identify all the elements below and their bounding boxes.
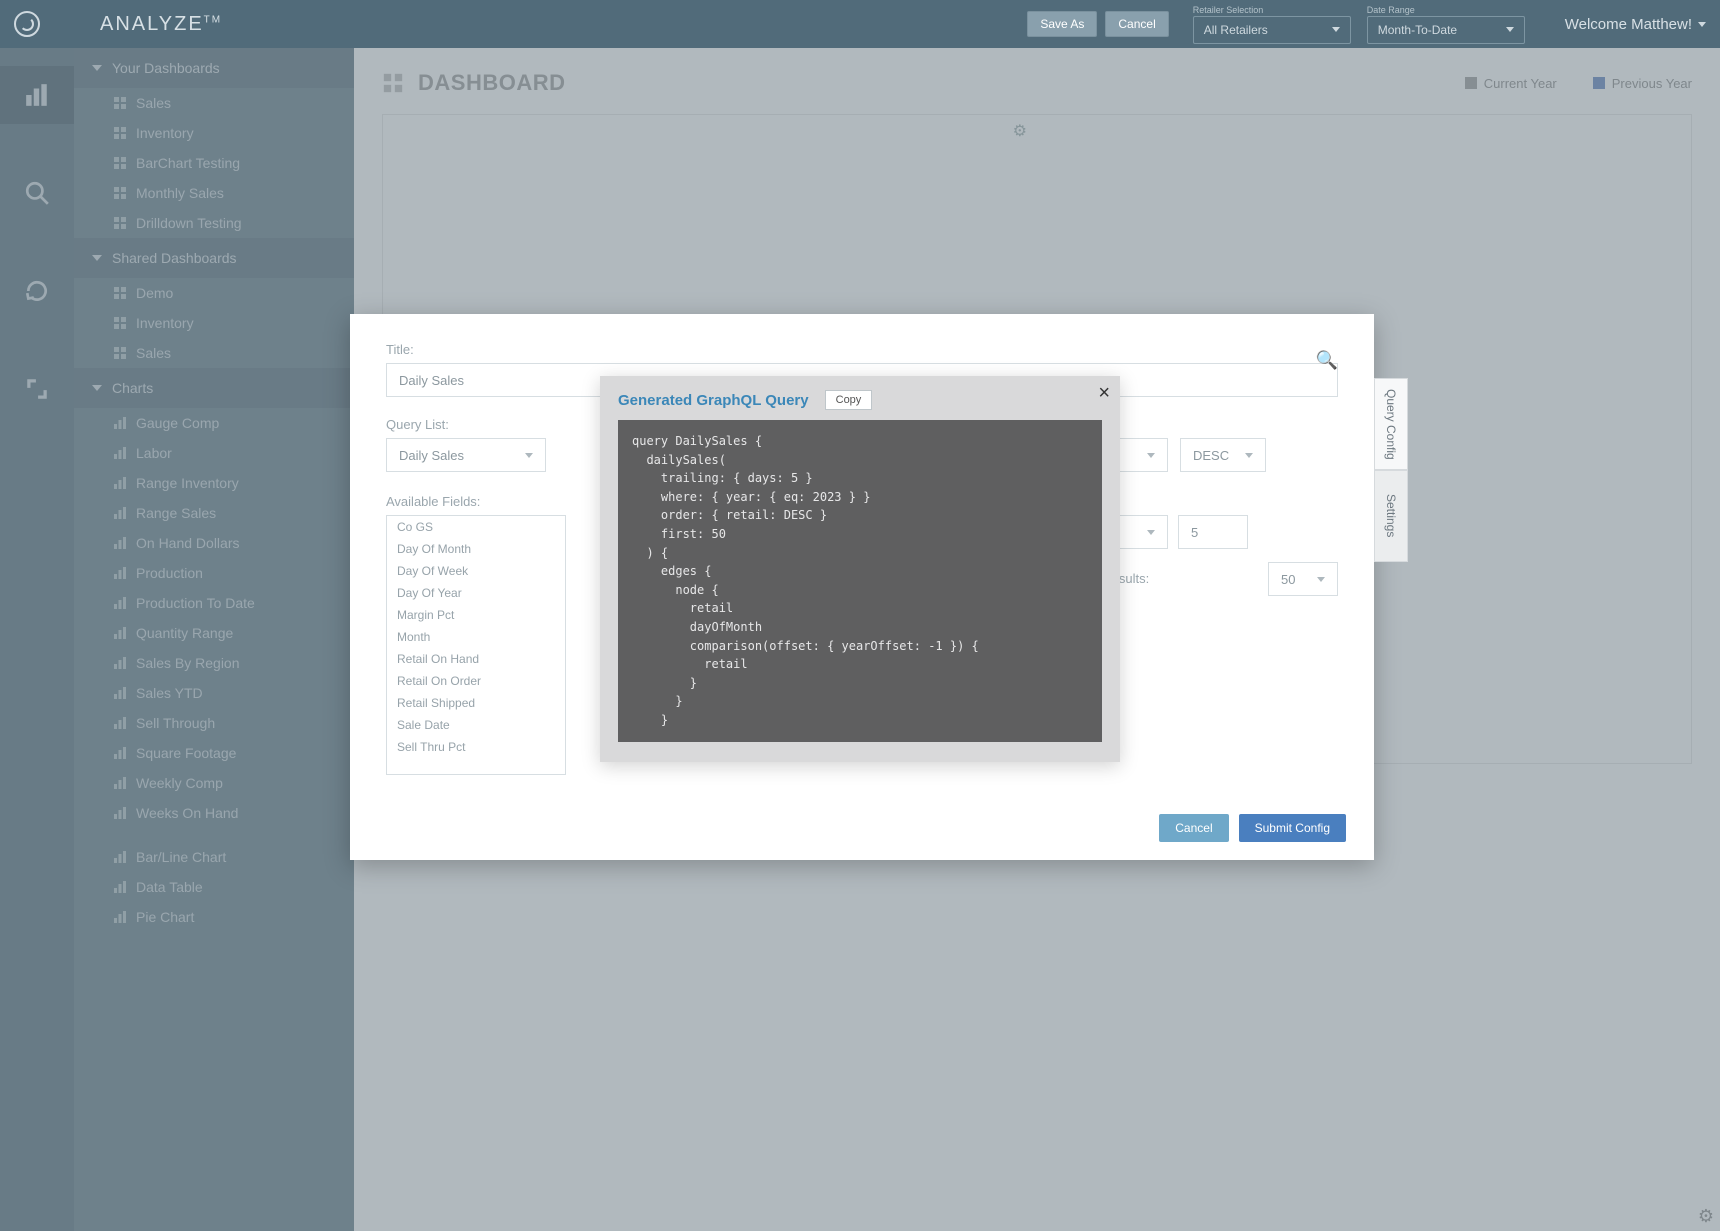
daterange-label: Date Range — [1367, 5, 1525, 15]
available-field-item[interactable]: Sale Date — [387, 714, 565, 736]
available-field-item[interactable]: Retail On Order — [387, 670, 565, 692]
available-fields-label: Available Fields: — [386, 494, 586, 509]
available-field-item[interactable]: Sell Thru Pct — [387, 736, 565, 758]
retailer-select[interactable]: All Retailers — [1193, 16, 1351, 44]
caret-down-icon — [1506, 27, 1514, 32]
caret-down-icon — [1245, 453, 1253, 458]
caret-down-icon — [1317, 577, 1325, 582]
title-label: Title: — [386, 342, 1338, 357]
daterange-select-group: Date Range Month-To-Date — [1367, 5, 1525, 44]
brand-logo-icon — [14, 11, 40, 37]
daterange-select[interactable]: Month-To-Date — [1367, 16, 1525, 44]
brand-name: ANALYZETM — [100, 13, 222, 36]
available-field-item[interactable]: Day Of Year — [387, 582, 565, 604]
topbar: ANALYZETM Save As Cancel Retailer Select… — [0, 0, 1720, 48]
graphql-popover: × Generated GraphQL Query Copy query Dai… — [600, 376, 1120, 762]
caret-down-icon — [1698, 22, 1706, 27]
user-menu[interactable]: Welcome Matthew! — [1565, 16, 1706, 33]
graphql-code[interactable]: query DailySales { dailySales( trailing:… — [618, 420, 1102, 742]
caret-down-icon — [1147, 530, 1155, 535]
query-list-label: Query List: — [386, 417, 586, 432]
caret-down-icon — [1332, 27, 1340, 32]
tab-settings[interactable]: Settings — [1374, 470, 1408, 562]
copy-button[interactable]: Copy — [825, 390, 873, 410]
close-icon[interactable]: × — [1098, 382, 1110, 405]
tab-query-config[interactable]: Query Config — [1374, 378, 1408, 470]
available-field-item[interactable]: Month — [387, 626, 565, 648]
available-fields-list[interactable]: Co GSDay Of MonthDay Of WeekDay Of YearM… — [386, 515, 566, 775]
available-field-item[interactable]: Retail On Hand — [387, 648, 565, 670]
retailer-select-group: Retailer Selection All Retailers — [1193, 5, 1351, 44]
retailer-label: Retailer Selection — [1193, 5, 1351, 15]
cancel-button[interactable]: Cancel — [1105, 11, 1168, 37]
available-field-item[interactable]: Margin Pct — [387, 604, 565, 626]
popover-title: Generated GraphQL Query — [618, 392, 809, 409]
caret-down-icon — [525, 453, 533, 458]
query-list-select[interactable]: Daily Sales — [386, 438, 546, 472]
available-field-item[interactable]: Day Of Week — [387, 560, 565, 582]
sort-dir-select[interactable]: DESC — [1180, 438, 1266, 472]
date-value-input[interactable] — [1178, 515, 1248, 549]
available-field-item[interactable]: Day Of Month — [387, 538, 565, 560]
available-field-item[interactable]: Retail Shipped — [387, 692, 565, 714]
save-as-button[interactable]: Save As — [1027, 11, 1097, 37]
available-field-item[interactable]: Co GS — [387, 516, 565, 538]
modal-cancel-button[interactable]: Cancel — [1159, 814, 1228, 842]
num-results-select[interactable]: 50 — [1268, 562, 1338, 596]
modal-side-tabs: Query Config Settings — [1374, 378, 1408, 562]
caret-down-icon — [1147, 453, 1155, 458]
modal-submit-button[interactable]: Submit Config — [1239, 814, 1346, 842]
preview-icon[interactable]: 🔍 — [1316, 350, 1338, 371]
